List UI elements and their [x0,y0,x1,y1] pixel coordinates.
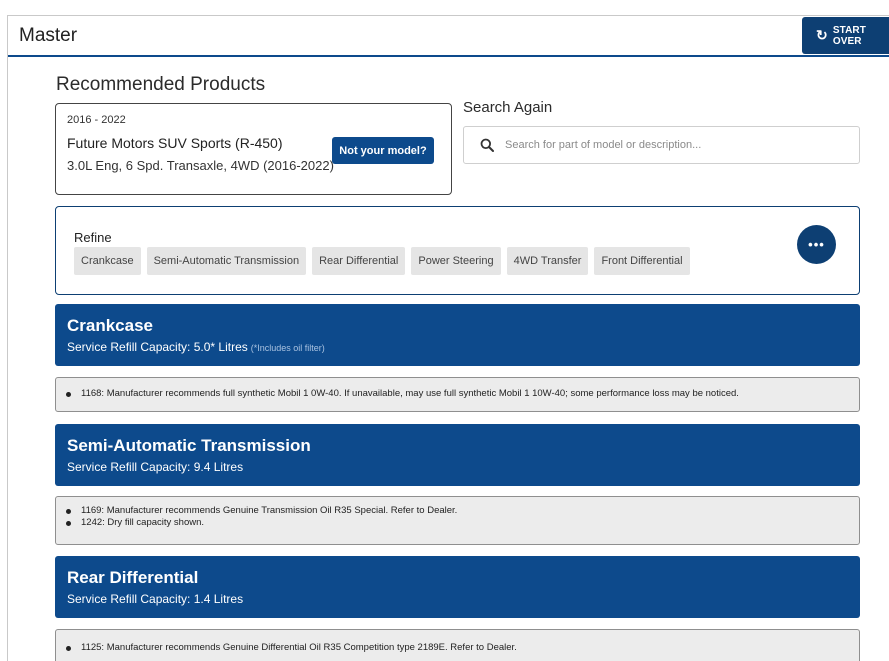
vehicle-spec: 3.0L Eng, 6 Spd. Transaxle, 4WD (2016-20… [67,158,334,173]
notes-box-rear-differential: 1125: Manufacturer recommends Genuine Di… [55,629,860,661]
page-title: Master [19,25,78,46]
top-bar: Master ↻ START OVER [8,16,889,57]
note-item: 1242: Dry fill capacity shown. [66,517,849,529]
not-your-model-button[interactable]: Not your model? [332,137,434,164]
bullet [66,508,71,514]
chip-semi-automatic-transmission[interactable]: Semi-Automatic Transmission [146,247,307,275]
chip-4wd-transfer[interactable]: 4WD Transfer [506,247,589,275]
vehicle-model: Future Motors SUV Sports (R-450) [67,135,283,151]
capacity-note: (*Includes oil filter) [250,343,325,353]
bullet [66,645,71,651]
bullet [66,391,71,397]
search-box[interactable] [463,126,860,164]
vehicle-card: 2016 - 2022 Future Motors SUV Sports (R-… [55,103,452,195]
more-options-button[interactable]: ••• [797,225,836,264]
chip-power-steering[interactable]: Power Steering [411,247,501,275]
search-again-heading: Search Again [463,99,553,116]
note-text: 1168: Manufacturer recommends full synth… [81,388,739,399]
section-capacity: Service Refill Capacity: 5.0* Litres (*In… [67,340,325,354]
chip-front-differential[interactable]: Front Differential [594,247,690,275]
refine-panel: Refine Crankcase Semi-Automatic Transmis… [55,206,860,295]
section-header-semi-automatic-transmission[interactable]: Semi-Automatic Transmission Service Refi… [55,424,860,486]
note-item: 1168: Manufacturer recommends full synth… [66,388,849,400]
section-title: Rear Differential [67,568,199,587]
start-over-button[interactable]: ↻ START OVER [802,17,889,54]
notes-box-semi-automatic-transmission: 1169: Manufacturer recommends Genuine Tr… [55,496,860,545]
section-capacity: Service Refill Capacity: 1.4 Litres [67,592,243,606]
chip-rear-differential[interactable]: Rear Differential [312,247,406,275]
more-icon: ••• [808,237,825,252]
capacity-text: Service Refill Capacity: 1.4 Litres [67,592,244,606]
capacity-text: Service Refill Capacity: 5.0* Litres [67,340,248,354]
note-item: 1125: Manufacturer recommends Genuine Di… [66,642,849,654]
section-capacity: Service Refill Capacity: 9.4 Litres [67,460,243,474]
section-title: Semi-Automatic Transmission [67,436,311,455]
section-header-rear-differential[interactable]: Rear Differential Service Refill Capacit… [55,556,860,618]
note-text: 1169: Manufacturer recommends Genuine Tr… [81,505,458,516]
section-header-crankcase[interactable]: Crankcase Service Refill Capacity: 5.0* … [55,304,860,366]
vehicle-years: 2016 - 2022 [67,114,126,126]
note-text: 1242: Dry fill capacity shown. [81,517,205,528]
notes-box-crankcase: 1168: Manufacturer recommends full synth… [55,377,860,412]
search-input[interactable] [503,138,847,152]
chip-crankcase[interactable]: Crankcase [74,247,141,275]
refine-label: Refine [74,230,112,245]
capacity-text: Service Refill Capacity: 9.4 Litres [67,460,244,474]
search-icon [480,138,494,152]
section-title: Crankcase [67,316,154,335]
app-frame: Master ↻ START OVER Recommended Products… [7,15,889,661]
bullet [66,520,71,526]
note-item: 1169: Manufacturer recommends Genuine Tr… [66,505,849,517]
recommended-products-heading: Recommended Products [56,74,266,95]
note-text: 1125: Manufacturer recommends Genuine Di… [81,642,517,653]
refresh-icon: ↻ [816,27,828,43]
refine-chips: Crankcase Semi-Automatic Transmission Re… [74,247,690,275]
start-over-label: START OVER [832,24,866,47]
